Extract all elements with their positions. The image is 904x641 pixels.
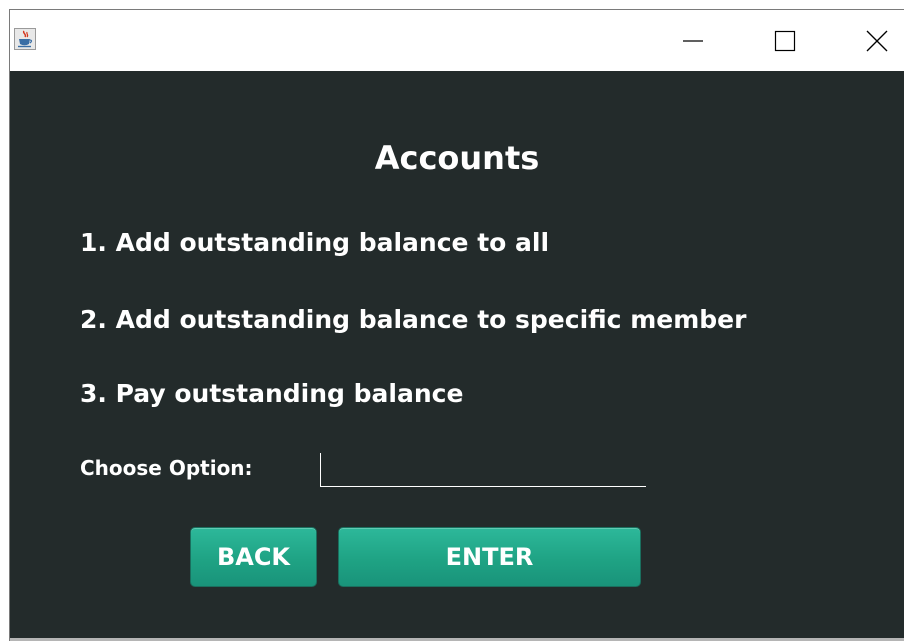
- choose-option-input[interactable]: [320, 453, 646, 487]
- maximize-button[interactable]: [762, 10, 808, 71]
- minimize-button[interactable]: [670, 10, 716, 71]
- back-button[interactable]: BACK: [190, 527, 317, 587]
- accounts-panel: Accounts 1. Add outstanding balance to a…: [10, 71, 904, 641]
- app-window: Accounts 1. Add outstanding balance to a…: [9, 9, 904, 641]
- title-bar[interactable]: [10, 10, 904, 71]
- enter-button[interactable]: ENTER: [338, 527, 641, 587]
- close-button[interactable]: [854, 10, 900, 71]
- choose-option-label: Choose Option:: [80, 456, 253, 480]
- page-title: Accounts: [374, 139, 540, 177]
- minimize-icon: [683, 39, 703, 42]
- option-pay-balance: 3. Pay outstanding balance: [80, 379, 464, 408]
- maximize-icon: [774, 30, 796, 51]
- close-icon: [866, 30, 888, 51]
- java-cup-icon[interactable]: [14, 28, 36, 50]
- option-add-balance-member: 2. Add outstanding balance to specific m…: [80, 305, 747, 334]
- option-add-balance-all: 1. Add outstanding balance to all: [80, 228, 550, 257]
